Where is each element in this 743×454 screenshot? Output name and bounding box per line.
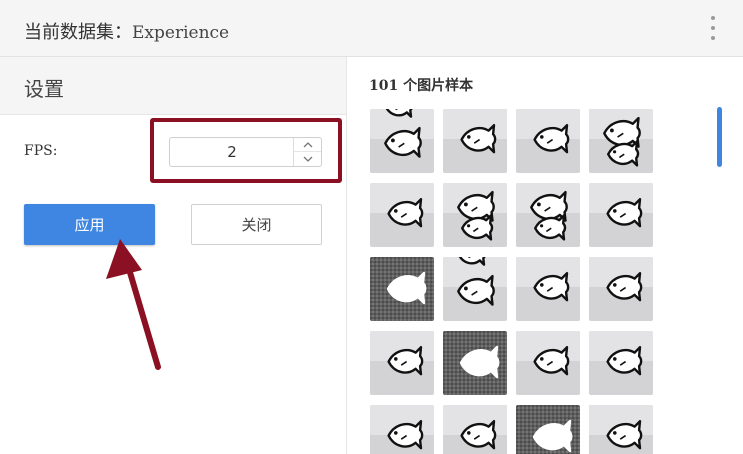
sample-thumbnail[interactable]: [370, 405, 434, 454]
annotation-arrow-icon: [106, 239, 161, 370]
dataset-name: Experience: [132, 23, 230, 43]
sample-thumbnail[interactable]: [589, 257, 653, 321]
sample-thumbnail[interactable]: [370, 183, 434, 247]
dataset-title-prefix: 当前数据集：: [24, 22, 132, 43]
sample-thumbnail[interactable]: [516, 405, 580, 454]
sample-thumbnail[interactable]: [370, 109, 434, 173]
app-header: 当前数据集：Experience: [0, 0, 743, 57]
scrollbar-thumb[interactable]: [717, 107, 722, 167]
sample-thumbnail[interactable]: [370, 331, 434, 395]
sample-thumbnail[interactable]: [443, 331, 507, 395]
close-button[interactable]: 关闭: [191, 204, 322, 245]
sample-thumbnail[interactable]: [443, 183, 507, 247]
annotation-highlight-box: [150, 118, 342, 183]
sample-grid: [370, 109, 653, 454]
sample-thumbnail[interactable]: [443, 405, 507, 454]
sample-thumbnail[interactable]: [443, 109, 507, 173]
samples-count-title: 101 个图片样本: [369, 78, 474, 94]
sample-thumbnail[interactable]: [516, 183, 580, 247]
sample-thumbnail[interactable]: [589, 405, 653, 454]
sample-thumbnail[interactable]: [516, 109, 580, 173]
settings-title: 设置: [24, 77, 64, 101]
sample-thumbnail[interactable]: [443, 257, 507, 321]
dataset-title: 当前数据集：Experience: [24, 18, 229, 44]
sample-thumbnail[interactable]: [370, 257, 434, 321]
settings-panel: 设置 FPS: 应用 关闭: [0, 57, 347, 454]
sample-thumbnail[interactable]: [589, 331, 653, 395]
sample-thumbnail[interactable]: [516, 331, 580, 395]
samples-panel: 101 个图片样本: [347, 57, 743, 454]
settings-header: 设置: [0, 57, 346, 115]
more-vert-icon[interactable]: [706, 16, 720, 40]
fps-label: FPS:: [24, 143, 58, 159]
sample-thumbnail[interactable]: [516, 257, 580, 321]
sample-thumbnail[interactable]: [589, 183, 653, 247]
sample-thumbnail[interactable]: [589, 109, 653, 173]
